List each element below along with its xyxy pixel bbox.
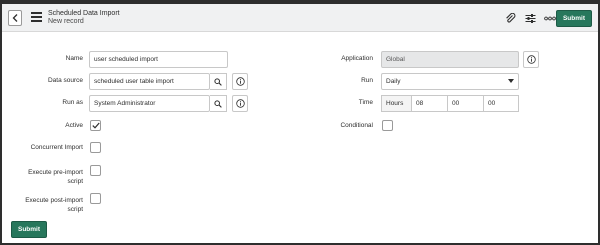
active-checkbox[interactable] <box>90 120 101 131</box>
postimport-label-line2: script <box>67 206 83 213</box>
application-field: Global <box>381 51 519 68</box>
submit-button-top[interactable]: Submit <box>555 10 592 27</box>
postimport-label: Execute post-import script <box>10 196 83 214</box>
run-label: Run <box>361 77 373 84</box>
concurrent-label: Concurrent Import <box>30 144 83 151</box>
datasource-lookup-button[interactable] <box>210 73 227 90</box>
time-hours-label: Hours <box>381 95 411 112</box>
more-icon[interactable] <box>544 12 556 24</box>
back-icon <box>12 14 18 22</box>
preimport-label-line2: script <box>67 178 83 185</box>
runas-info-button[interactable] <box>232 95 248 112</box>
menu-icon[interactable] <box>31 12 42 22</box>
postimport-checkbox[interactable] <box>90 193 101 204</box>
time-hours-input[interactable]: 08 <box>411 95 447 112</box>
name-input[interactable]: user scheduled import <box>89 51 228 68</box>
preimport-checkbox[interactable] <box>90 165 101 176</box>
chevron-down-icon <box>508 79 514 83</box>
time-label: Time <box>358 99 373 106</box>
info-icon <box>235 77 245 86</box>
conditional-checkbox[interactable] <box>382 120 393 131</box>
run-select[interactable]: Daily <box>381 73 519 90</box>
paperclip-icon[interactable] <box>504 12 516 24</box>
run-select-value: Daily <box>386 78 401 85</box>
application-info-button[interactable] <box>523 51 539 68</box>
checkmark-icon <box>91 122 100 129</box>
back-button[interactable] <box>8 10 22 26</box>
settings-sliders-icon[interactable] <box>524 12 536 24</box>
application-label: Application <box>341 55 373 62</box>
preimport-label: Execute pre-import script <box>10 168 83 186</box>
active-label: Active <box>65 122 83 129</box>
form-header: Scheduled Data Import New record Submit <box>2 4 598 32</box>
title-block: Scheduled Data Import New record <box>48 10 120 26</box>
info-icon <box>235 99 245 108</box>
preimport-label-line1: Execute pre-import <box>28 169 83 176</box>
runas-input[interactable]: System Administrator <box>89 95 210 112</box>
search-icon <box>214 77 222 86</box>
search-icon <box>214 99 222 108</box>
concurrent-checkbox[interactable] <box>90 142 101 153</box>
datasource-input[interactable]: scheduled user table import <box>89 73 210 90</box>
conditional-label: Conditional <box>340 122 373 129</box>
time-seconds-input[interactable]: 00 <box>483 95 519 112</box>
page-subtitle: New record <box>48 18 84 25</box>
runas-lookup-button[interactable] <box>210 95 227 112</box>
runas-label: Run as <box>62 99 83 106</box>
submit-button-bottom[interactable]: Submit <box>11 221 48 238</box>
datasource-info-button[interactable] <box>232 73 248 90</box>
postimport-label-line1: Execute post-import <box>25 197 83 204</box>
time-minutes-input[interactable]: 00 <box>447 95 483 112</box>
page-title: Scheduled Data Import <box>48 10 120 17</box>
info-icon <box>526 55 536 64</box>
datasource-label: Data source <box>47 77 83 84</box>
name-label: Name <box>65 55 83 62</box>
